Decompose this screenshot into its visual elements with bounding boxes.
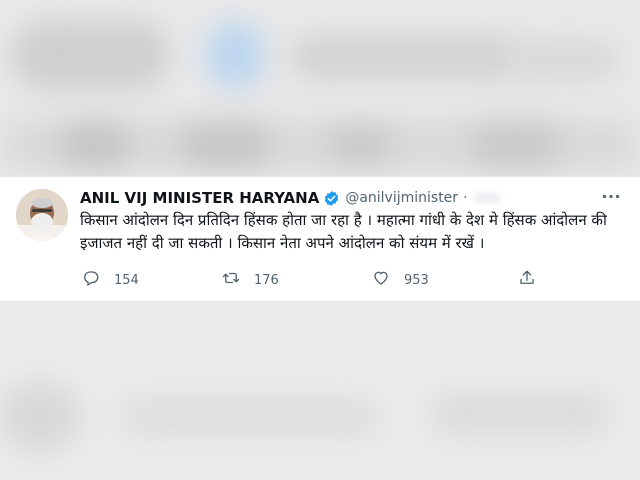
reply-count: 154: [114, 272, 139, 288]
more-options-icon[interactable]: [600, 186, 622, 206]
screenshot-canvas: ANIL VIJ MINISTER HARYANA @anilvijminist…: [0, 0, 640, 480]
user-handle[interactable]: @anilvijminister: [345, 190, 458, 206]
like-heart-icon: [372, 269, 390, 291]
tweet-card[interactable]: ANIL VIJ MINISTER HARYANA @anilvijminist…: [0, 176, 640, 302]
share-button[interactable]: [518, 269, 536, 291]
reply-button[interactable]: 154: [82, 269, 139, 291]
like-count: 953: [404, 272, 429, 288]
redacted-timestamp: [473, 192, 500, 204]
retweet-icon: [222, 269, 240, 291]
like-button[interactable]: 953: [372, 269, 429, 291]
tweet-actions: 154 176 953: [82, 269, 552, 291]
verified-badge-icon: [323, 190, 340, 207]
blurred-background-top: [0, 0, 640, 176]
avatar[interactable]: [16, 189, 68, 241]
blurred-background-bottom: [0, 302, 640, 480]
tweet-header: ANIL VIJ MINISTER HARYANA @anilvijminist…: [80, 187, 500, 209]
retweet-count: 176: [254, 272, 279, 288]
header-separator: ·: [463, 190, 468, 206]
tweet-text: किसान आंदोलन दिन प्रतिदिन हिंसक होता जा …: [80, 211, 607, 252]
share-icon: [518, 269, 536, 291]
retweet-button[interactable]: 176: [222, 269, 279, 291]
display-name[interactable]: ANIL VIJ MINISTER HARYANA: [80, 189, 319, 207]
reply-icon: [82, 269, 100, 291]
